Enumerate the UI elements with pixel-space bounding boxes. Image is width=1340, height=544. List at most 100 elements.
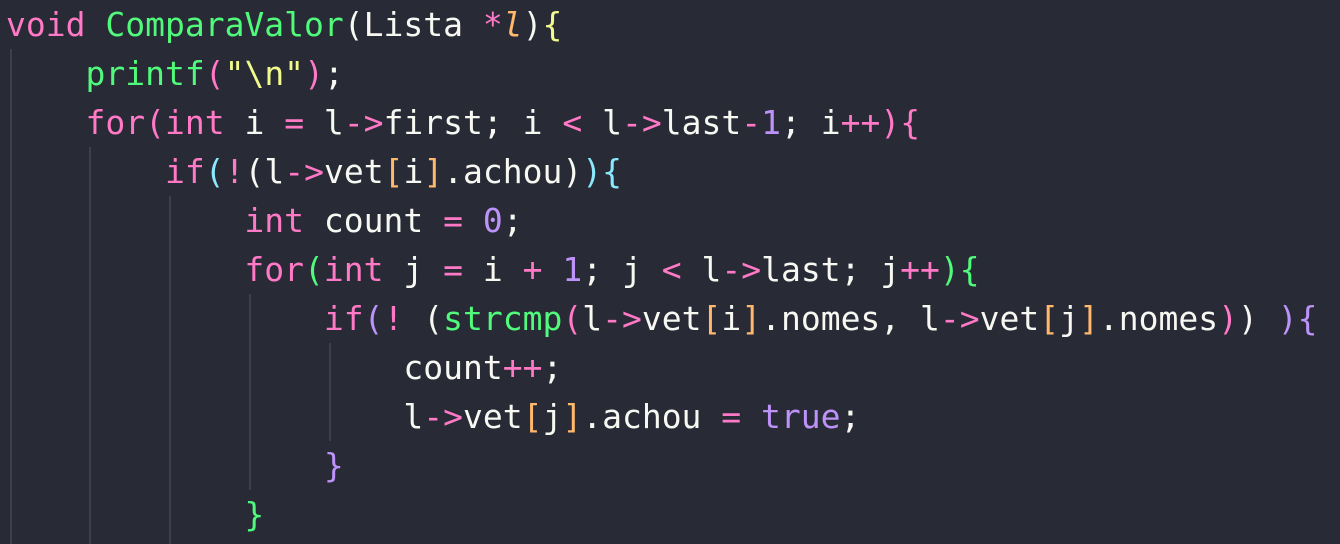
code-token: ) — [522, 5, 543, 44]
code-token: [ — [522, 397, 543, 436]
code-token: vet — [462, 397, 523, 436]
code-token: ] — [562, 397, 583, 436]
code-token: = — [443, 201, 463, 240]
code-token: ++ — [900, 250, 940, 289]
code-token: -> — [622, 103, 662, 142]
code-token: vet — [641, 299, 702, 338]
code-token: { — [1297, 299, 1318, 338]
code-token: ] — [1079, 299, 1099, 338]
code-token: } — [323, 446, 344, 485]
code-token: ) — [939, 250, 960, 289]
code-token: = — [284, 103, 305, 142]
code-token: l — [403, 397, 424, 436]
code-token: l — [502, 5, 523, 44]
code-token: -> — [284, 152, 324, 191]
code-token: first; i — [383, 103, 563, 142]
code-token: int — [244, 201, 305, 240]
code-token: "\n" — [224, 54, 305, 93]
code-token: l — [304, 103, 344, 142]
code-line: for(int i = l->first; i < l->last-1; i++… — [6, 98, 920, 147]
code-line: if(!(l->vet[i].achou)){ — [6, 147, 622, 196]
code-token: ) — [1218, 299, 1238, 338]
code-editor[interactable]: void ComparaValor(Lista *l){ printf("\n"… — [0, 0, 1340, 544]
code-token: j — [383, 250, 444, 289]
code-token: ( — [145, 103, 165, 142]
code-token: = — [443, 250, 463, 289]
code-line: } — [6, 490, 264, 539]
code-line: void ComparaValor(Lista *l){ — [6, 0, 562, 49]
code-token: vet — [323, 152, 384, 191]
code-token: -> — [423, 397, 463, 436]
code-token: j — [542, 397, 563, 436]
code-line: count++; — [6, 343, 562, 392]
code-token: count — [403, 348, 503, 387]
code-token: ) — [582, 152, 603, 191]
code-token: ( — [363, 299, 384, 338]
code-token: ( — [423, 299, 444, 338]
code-token: ( — [204, 54, 225, 93]
code-token: ) — [880, 103, 901, 142]
code-token: .achou — [582, 397, 722, 436]
code-token: ; j — [582, 250, 662, 289]
code-token: vet — [979, 299, 1040, 338]
code-token: [ — [383, 152, 404, 191]
code-token: [ — [1039, 299, 1060, 338]
code-token: ) — [304, 54, 324, 93]
code-token: 1 — [562, 250, 583, 289]
code-line: if(! (strcmp(l->vet[i].nomes, l->vet[j].… — [6, 294, 1318, 343]
code-line: l->vet[j].achou = true; — [6, 392, 860, 441]
code-line: for(int j = i + 1; j < l->last; j++){ — [6, 245, 979, 294]
code-token: for — [85, 103, 146, 142]
code-token: < — [562, 103, 583, 142]
code-token: int — [323, 250, 384, 289]
code-token: ! — [383, 299, 404, 338]
code-token: 0 — [482, 201, 503, 240]
code-line: int count = 0; — [6, 196, 523, 245]
code-token: ( — [204, 152, 225, 191]
code-token: ( — [244, 152, 265, 191]
code-token: l — [582, 103, 622, 142]
code-token: ) — [1237, 299, 1258, 338]
code-token: i — [224, 103, 285, 142]
code-token: = — [721, 397, 742, 436]
code-token: l — [681, 250, 722, 289]
code-token: .achou — [443, 152, 563, 191]
code-token: } — [244, 495, 265, 534]
code-token: -> — [721, 250, 762, 289]
code-token: true — [761, 397, 841, 436]
code-token: last; j — [761, 250, 901, 289]
code-token: i — [403, 152, 424, 191]
code-token: i — [463, 250, 523, 289]
code-token: if — [164, 152, 205, 191]
code-token: ( — [562, 299, 583, 338]
code-token: < — [661, 250, 682, 289]
code-token: ; — [840, 397, 861, 436]
code-token: ; — [502, 201, 523, 240]
code-token: [ — [701, 299, 722, 338]
code-token: printf — [85, 54, 205, 93]
code-token: + — [522, 250, 543, 289]
code-token: ) — [1277, 299, 1298, 338]
code-token: ( — [304, 250, 324, 289]
code-token: l — [264, 152, 285, 191]
code-token: void — [6, 5, 86, 44]
code-token: j — [1059, 299, 1080, 338]
code-line: printf("\n"); — [6, 49, 344, 98]
code-token: -> — [602, 299, 642, 338]
code-token: ; — [323, 54, 344, 93]
code-token: ++ — [840, 103, 881, 142]
code-token: int — [164, 103, 225, 142]
